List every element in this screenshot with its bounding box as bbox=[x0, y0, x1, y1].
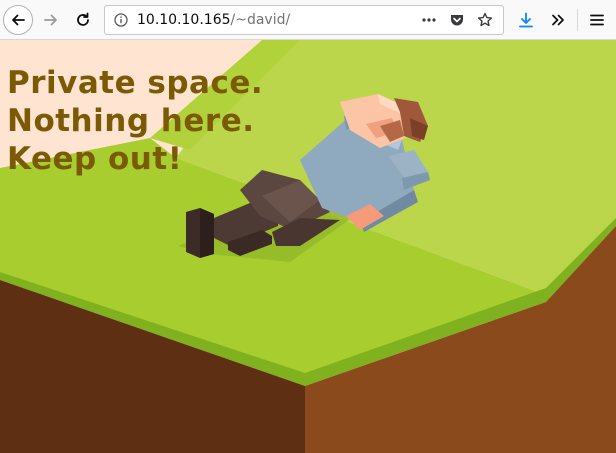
forward-arrow-icon bbox=[44, 14, 57, 26]
headline-line-3: Keep out! bbox=[7, 141, 183, 177]
headline-line-1: Private space. bbox=[7, 65, 264, 101]
back-arrow-icon bbox=[12, 14, 25, 26]
overflow-menu-button[interactable] bbox=[543, 5, 573, 35]
url-actions bbox=[415, 6, 499, 34]
url-text[interactable]: 10.10.10.165/~david/ bbox=[137, 11, 290, 29]
more-horizontal-icon[interactable] bbox=[415, 6, 443, 34]
reload-icon bbox=[77, 12, 89, 26]
page-headline: Private space. Nothing here. Keep out! bbox=[7, 64, 263, 178]
back-button[interactable] bbox=[3, 5, 33, 35]
reload-button[interactable] bbox=[68, 5, 98, 35]
browser-toolbar: 10.10.10.165/~david/ bbox=[0, 0, 616, 40]
url-path: /~david/ bbox=[230, 12, 291, 28]
download-button[interactable] bbox=[511, 5, 541, 35]
pocket-icon[interactable] bbox=[443, 6, 471, 34]
headline-line-2: Nothing here. bbox=[7, 103, 255, 139]
info-icon[interactable] bbox=[114, 13, 128, 27]
double-chevron-icon bbox=[552, 14, 564, 26]
address-bar[interactable]: 10.10.10.165/~david/ bbox=[104, 5, 504, 35]
download-arrow-icon bbox=[519, 12, 533, 28]
forward-button[interactable] bbox=[36, 5, 66, 35]
hamburger-menu-icon bbox=[590, 14, 604, 26]
toolbar-separator bbox=[577, 9, 578, 31]
page-content: Private space. Nothing here. Keep out! bbox=[0, 40, 616, 453]
url-host: 10.10.10.165 bbox=[137, 12, 231, 28]
main-menu-button[interactable] bbox=[582, 5, 612, 35]
star-icon[interactable] bbox=[471, 6, 499, 34]
